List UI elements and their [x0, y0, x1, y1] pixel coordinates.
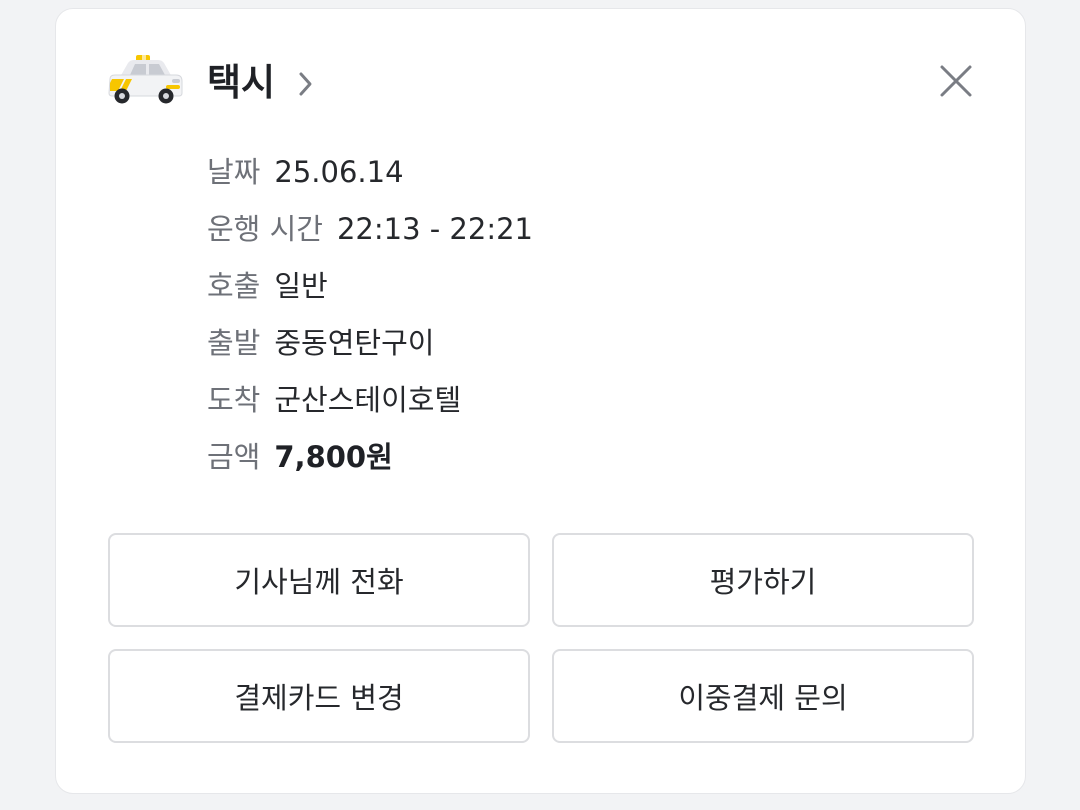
detail-value: 군산스테이호텔 — [274, 383, 462, 417]
detail-row-amount: 금액 7,800원 — [207, 434, 533, 491]
detail-label: 금액 — [207, 440, 261, 474]
close-icon[interactable] — [934, 59, 978, 103]
double-payment-inquiry-button[interactable]: 이중결제 문의 — [552, 649, 974, 743]
chevron-right-icon[interactable] — [296, 69, 316, 99]
detail-row-arrival: 도착 군산스테이호텔 — [207, 377, 533, 434]
detail-label: 도착 — [207, 383, 261, 417]
change-payment-card-button[interactable]: 결제카드 변경 — [108, 649, 530, 743]
detail-value: 22:13 - 22:21 — [336, 212, 534, 246]
detail-row-call-type: 호출 일반 — [207, 263, 533, 320]
fare-amount: 7,800원 — [274, 440, 393, 474]
detail-value: 중동연탄구이 — [274, 326, 435, 360]
detail-row-ride-time: 운행 시간 22:13 - 22:21 — [207, 206, 533, 263]
detail-label: 출발 — [207, 326, 261, 360]
service-title[interactable]: 택시 — [207, 57, 275, 109]
detail-value: 25.06.14 — [274, 155, 404, 189]
detail-value: 일반 — [274, 269, 328, 303]
call-driver-button[interactable]: 기사님께 전화 — [108, 533, 530, 627]
ride-details: 날짜 25.06.14 운행 시간 22:13 - 22:21 호출 일반 출발 중동연… — [207, 149, 533, 491]
detail-row-departure: 출발 중동연탄구이 — [207, 320, 533, 377]
detail-label: 호출 — [207, 269, 261, 303]
rate-button[interactable]: 평가하기 — [552, 533, 974, 627]
detail-row-date: 날짜 25.06.14 — [207, 149, 533, 206]
ride-receipt-card: 택시 날짜 25.06.14 운행 시간 22:13 - 22:21 호출 일반 출발… — [55, 8, 1026, 794]
detail-label: 운행 시간 — [207, 212, 323, 246]
taxi-icon — [108, 55, 183, 104]
detail-label: 날짜 — [207, 155, 261, 189]
